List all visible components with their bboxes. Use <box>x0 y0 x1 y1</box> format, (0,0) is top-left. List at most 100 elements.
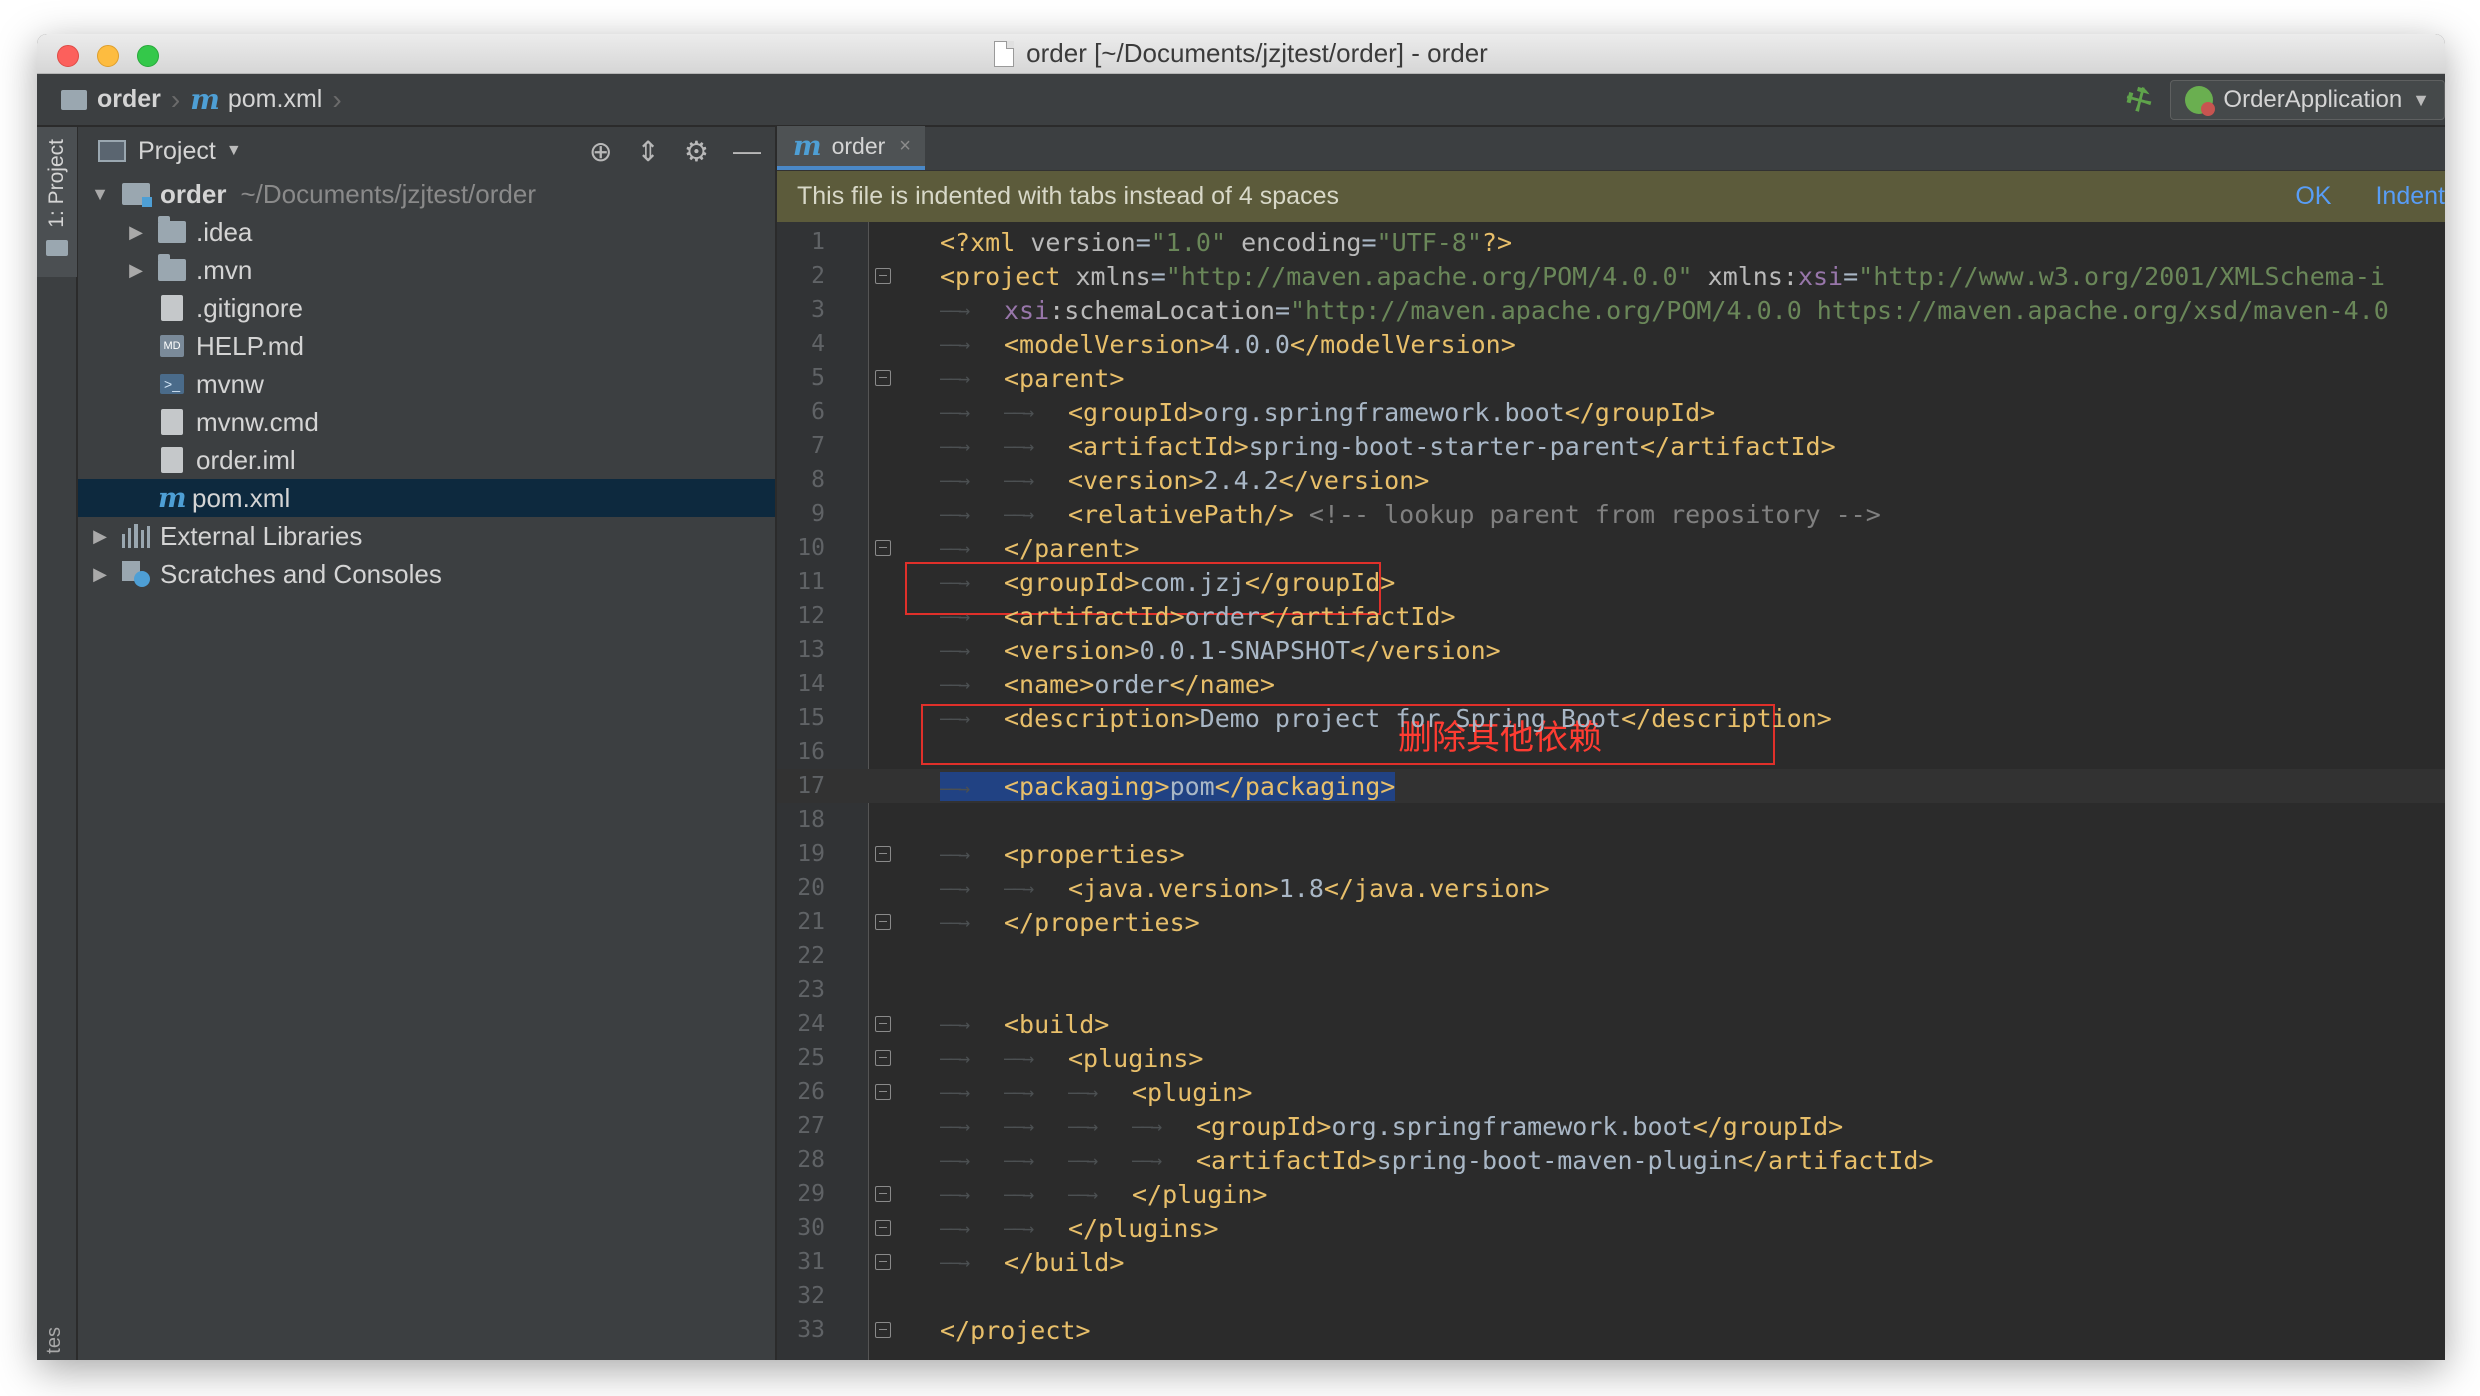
code-line[interactable]: 5 <parent> <box>777 361 2445 395</box>
code-line[interactable]: 32 <box>777 1279 2445 1313</box>
fold-toggle-icon[interactable] <box>875 1016 891 1032</box>
tab-indent-marker <box>940 502 1004 526</box>
ok-link[interactable]: OK <box>2295 182 2331 211</box>
minimize-window-button[interactable] <box>97 45 119 67</box>
chevron-down-icon[interactable]: ▼ <box>226 142 242 160</box>
tree-item-label: mvnw.cmd <box>196 406 319 437</box>
code-line[interactable]: 28 <artifactId>spring-boot-maven-plugin</… <box>777 1143 2445 1177</box>
tree-item[interactable]: >_ mvnw <box>78 365 775 403</box>
close-window-button[interactable] <box>57 45 79 67</box>
code-line[interactable]: 4 <modelVersion>4.0.0</modelVersion> <box>777 327 2445 361</box>
code-token: order <box>1094 669 1170 699</box>
code-line[interactable]: 33 </project> <box>777 1313 2445 1347</box>
code-line[interactable]: 31 </build> <box>777 1245 2445 1279</box>
tree-item-label: .idea <box>196 216 253 247</box>
ide-window: order [~/Documents/jzjtest/order] - orde… <box>37 34 2445 1360</box>
chevron-down-icon[interactable]: ▼ <box>90 184 110 205</box>
locate-file-icon[interactable]: ⊕ <box>589 135 612 168</box>
line-number: 15 <box>797 705 825 731</box>
indent-link[interactable]: Indent <box>2375 182 2445 211</box>
fold-toggle-icon[interactable] <box>875 1254 891 1270</box>
project-tool-tab[interactable]: 1: Project <box>37 127 77 277</box>
code-token: <parent> <box>1004 363 1125 393</box>
code-line[interactable]: 9 <relativePath/> <!-- lookup parent from… <box>777 497 2445 531</box>
fold-toggle-icon[interactable] <box>875 846 891 862</box>
code-line[interactable]: 1 <?xml version = "1.0" encoding = "UTF-8" ?> <box>777 225 2445 259</box>
project-view-title[interactable]: Project <box>138 137 216 166</box>
code-line[interactable]: 19 <properties> <box>777 837 2445 871</box>
breadcrumb-separator: › <box>332 83 342 115</box>
code-token: org.springframework.boot <box>1203 397 1565 427</box>
favorites-tool-tab[interactable]: tes <box>43 1327 66 1354</box>
code-text: <version>0.0.1-SNAPSHOT</version> <box>940 633 1501 667</box>
line-number: 31 <box>797 1249 825 1275</box>
code-line[interactable]: 25 <plugins> <box>777 1041 2445 1075</box>
code-line[interactable]: 12 <artifactId>order</artifactId> <box>777 599 2445 633</box>
close-icon[interactable]: × <box>899 135 911 158</box>
code-text: <name>order</name> <box>940 667 1275 701</box>
code-token: <packaging> <box>1004 771 1170 801</box>
code-line[interactable]: 17 <packaging>pom</packaging> <box>777 769 2445 803</box>
code-line[interactable]: 27 <groupId>org.springframework.boot</gro… <box>777 1109 2445 1143</box>
gear-icon[interactable]: ⚙ <box>684 135 709 168</box>
hide-panel-icon[interactable]: — <box>733 135 761 167</box>
fold-toggle-icon[interactable] <box>875 370 891 386</box>
tree-item[interactable]: ▶ Scratches and Consoles <box>78 555 775 593</box>
code-line[interactable]: 8 <version>2.4.2</version> <box>777 463 2445 497</box>
maximize-window-button[interactable] <box>137 45 159 67</box>
code-token: = <box>1274 295 1290 325</box>
fold-toggle-icon[interactable] <box>875 268 891 284</box>
code-line[interactable]: 29 </plugin> <box>777 1177 2445 1211</box>
fold-toggle-icon[interactable] <box>875 1220 891 1236</box>
code-line[interactable]: 7 <artifactId>spring-boot-starter-parent<… <box>777 429 2445 463</box>
fold-toggle-icon[interactable] <box>875 540 891 556</box>
code-line[interactable]: 22 <box>777 939 2445 973</box>
fold-toggle-icon[interactable] <box>875 1322 891 1338</box>
code-line[interactable]: 11 <groupId>com.jzj</groupId> <box>777 565 2445 599</box>
fold-toggle-icon[interactable] <box>875 1050 891 1066</box>
tree-item[interactable]: ▶ .idea <box>78 213 775 251</box>
fold-toggle-icon[interactable] <box>875 1084 891 1100</box>
code-line[interactable]: 15 <description>Demo project for Spring B… <box>777 701 2445 735</box>
run-configuration-selector[interactable]: OrderApplication ▼ <box>2170 80 2445 120</box>
chevron-right-icon[interactable]: ▶ <box>90 526 110 547</box>
code-line[interactable]: 23 <box>777 973 2445 1007</box>
build-hammer-icon[interactable]: ⚒ <box>2119 78 2160 122</box>
chevron-right-icon[interactable]: ▶ <box>126 260 146 281</box>
code-line[interactable]: 21 </properties> <box>777 905 2445 939</box>
code-line[interactable]: 10 </parent> <box>777 531 2445 565</box>
code-line[interactable]: 26 <plugin> <box>777 1075 2445 1109</box>
code-line[interactable]: 14 <name>order</name> <box>777 667 2445 701</box>
tree-item[interactable]: .gitignore <box>78 289 775 327</box>
tree-item[interactable]: m pom.xml <box>78 479 775 517</box>
chevron-right-icon[interactable]: ▶ <box>126 222 146 243</box>
editor-tab-order[interactable]: m order × <box>777 126 925 170</box>
code-line[interactable]: 16 <box>777 735 2445 769</box>
breadcrumb-file[interactable]: pom.xml <box>228 85 322 114</box>
code-line[interactable]: 20 <java.version>1.8</java.version> <box>777 871 2445 905</box>
code-line[interactable]: 18 <box>777 803 2445 837</box>
tree-item[interactable]: ▶ External Libraries <box>78 517 775 555</box>
tree-item[interactable]: mvnw.cmd <box>78 403 775 441</box>
tree-item-label: HELP.md <box>196 330 304 361</box>
code-line[interactable]: 24 <build> <box>777 1007 2445 1041</box>
code-line[interactable]: 3 xsi:schemaLocation="http://maven.apache… <box>777 293 2445 327</box>
code-line[interactable]: 30 </plugins> <box>777 1211 2445 1245</box>
code-line[interactable]: 13 <version>0.0.1-SNAPSHOT</version> <box>777 633 2445 667</box>
tree-item[interactable]: order.iml <box>78 441 775 479</box>
tree-item[interactable]: MD HELP.md <box>78 327 775 365</box>
code-line[interactable]: 6 <groupId>org.springframework.boot</grou… <box>777 395 2445 429</box>
code-area[interactable]: 删除其他依赖 1 <?xml version = "1.0" encoding = "UT… <box>777 222 2445 1360</box>
navigation-bar: order › m pom.xml › ⚒ OrderApplication ▼ <box>37 74 2445 126</box>
tree-item[interactable]: ▶ .mvn <box>78 251 775 289</box>
fold-toggle-icon[interactable] <box>875 1186 891 1202</box>
chevron-right-icon[interactable]: ▶ <box>90 564 110 585</box>
fold-toggle-icon[interactable] <box>875 914 891 930</box>
code-token: com.jzj <box>1139 567 1245 597</box>
code-token: </java.version> <box>1323 873 1550 903</box>
code-line[interactable]: 2 <project xmlns = "http://maven.apache.org… <box>777 259 2445 293</box>
breadcrumb-project[interactable]: order <box>97 85 161 114</box>
line-number: 3 <box>811 297 825 323</box>
collapse-all-icon[interactable]: ⇕ <box>636 135 659 168</box>
tree-item[interactable]: ▼ order ~/Documents/jzjtest/order <box>78 175 775 213</box>
